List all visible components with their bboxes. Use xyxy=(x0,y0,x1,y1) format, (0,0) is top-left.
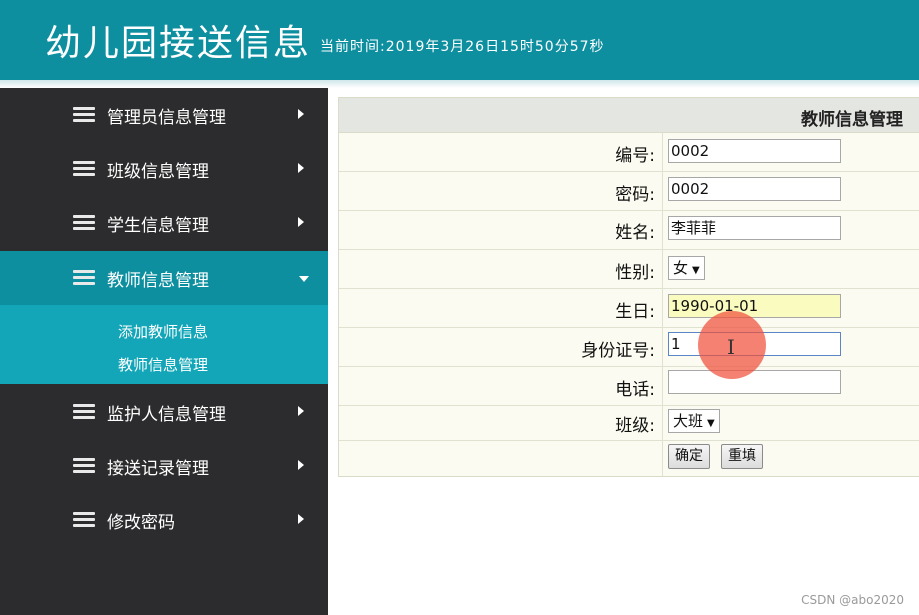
teacher-form-panel: 教师信息管理 编号: 0002 密码: 0002 姓名: 李菲菲 性别: 女 ▼ … xyxy=(338,97,919,477)
class-select[interactable]: 大班 ▼ xyxy=(668,409,720,433)
caret-right-icon xyxy=(298,217,304,227)
sidebar-item-guardian[interactable]: 监护人信息管理 xyxy=(0,385,328,439)
number-label: 编号: xyxy=(615,146,655,166)
gender-select[interactable]: 女 ▼ xyxy=(668,256,705,280)
password-label: 密码: xyxy=(615,185,655,205)
sidebar-item-label: 学生信息管理 xyxy=(107,216,209,236)
page-title: 教师信息管理 xyxy=(801,110,903,130)
gender-value: 女 xyxy=(673,259,689,277)
caret-right-icon xyxy=(298,163,304,173)
class-value: 大班 xyxy=(673,412,704,430)
caret-right-icon xyxy=(298,109,304,119)
sidebar: 管理员信息管理 班级信息管理 学生信息管理 教师信息管理 添加教师信息 教师信息… xyxy=(0,88,328,615)
teacher-submenu: 添加教师信息 教师信息管理 xyxy=(0,305,328,384)
dropdown-arrow-icon: ▼ xyxy=(707,418,715,429)
stack-icon xyxy=(73,404,95,420)
phone-input[interactable] xyxy=(668,370,841,394)
watermark: CSDN @abo2020 xyxy=(801,593,904,607)
stack-icon xyxy=(73,512,95,528)
form-row-gender: 性别: 女 ▼ xyxy=(339,250,919,289)
form-row-number: 编号: 0002 xyxy=(339,133,919,172)
name-label: 姓名: xyxy=(615,223,655,243)
sidebar-item-class[interactable]: 班级信息管理 xyxy=(0,142,328,196)
phone-label: 电话: xyxy=(615,380,655,400)
gender-label: 性别: xyxy=(615,263,655,283)
number-input[interactable]: 0002 xyxy=(668,139,841,163)
form-row-actions: 确定 重填 xyxy=(339,441,919,476)
stack-icon xyxy=(73,458,95,474)
class-label: 班级: xyxy=(615,416,655,436)
caret-right-icon xyxy=(298,460,304,470)
reset-button[interactable]: 重填 xyxy=(721,444,763,469)
sidebar-item-admin[interactable]: 管理员信息管理 xyxy=(0,88,328,142)
form-row-phone: 电话: xyxy=(339,367,919,406)
submenu-teacher-manage[interactable]: 教师信息管理 xyxy=(118,354,208,375)
caret-right-icon xyxy=(298,406,304,416)
form-row-name: 姓名: 李菲菲 xyxy=(339,211,919,250)
dropdown-arrow-icon: ▼ xyxy=(692,265,700,276)
current-time: 当前时间:2019年3月26日15时50分57秒 xyxy=(320,39,605,55)
id-number-label: 身份证号: xyxy=(581,341,655,361)
name-input[interactable]: 李菲菲 xyxy=(668,216,841,240)
form-row-password: 密码: 0002 xyxy=(339,172,919,211)
birthday-input[interactable]: 1990-01-01 xyxy=(668,294,841,318)
app-header: 幼儿园接送信息 当前时间:2019年3月26日15时50分57秒 xyxy=(0,0,919,80)
sidebar-item-label: 管理员信息管理 xyxy=(107,108,226,128)
password-input[interactable]: 0002 xyxy=(668,177,841,201)
text-cursor-icon: I xyxy=(727,335,735,359)
birthday-label: 生日: xyxy=(615,302,655,322)
app-title: 幼儿园接送信息 xyxy=(45,23,312,64)
sidebar-item-student[interactable]: 学生信息管理 xyxy=(0,196,328,250)
sidebar-item-label: 接送记录管理 xyxy=(107,459,209,479)
sidebar-item-teacher[interactable]: 教师信息管理 xyxy=(0,251,328,305)
sidebar-item-pickup-records[interactable]: 接送记录管理 xyxy=(0,439,328,493)
form-row-birthday: 生日: 1990-01-01 xyxy=(339,289,919,328)
stack-icon xyxy=(73,161,95,177)
caret-down-icon xyxy=(299,276,309,282)
form-row-id-number: 身份证号: 1 xyxy=(339,328,919,367)
sidebar-item-label: 班级信息管理 xyxy=(107,162,209,182)
submit-button[interactable]: 确定 xyxy=(668,444,710,469)
header-divider xyxy=(0,80,919,88)
caret-right-icon xyxy=(298,514,304,524)
panel-header: 教师信息管理 xyxy=(339,98,919,133)
stack-icon xyxy=(73,215,95,231)
sidebar-item-label: 修改密码 xyxy=(107,513,175,533)
submenu-add-teacher[interactable]: 添加教师信息 xyxy=(118,321,208,342)
stack-icon xyxy=(73,107,95,123)
sidebar-item-label: 教师信息管理 xyxy=(107,271,209,291)
form-row-class: 班级: 大班 ▼ xyxy=(339,406,919,441)
sidebar-item-change-password[interactable]: 修改密码 xyxy=(0,493,328,547)
sidebar-item-label: 监护人信息管理 xyxy=(107,405,226,425)
stack-icon xyxy=(73,270,95,286)
